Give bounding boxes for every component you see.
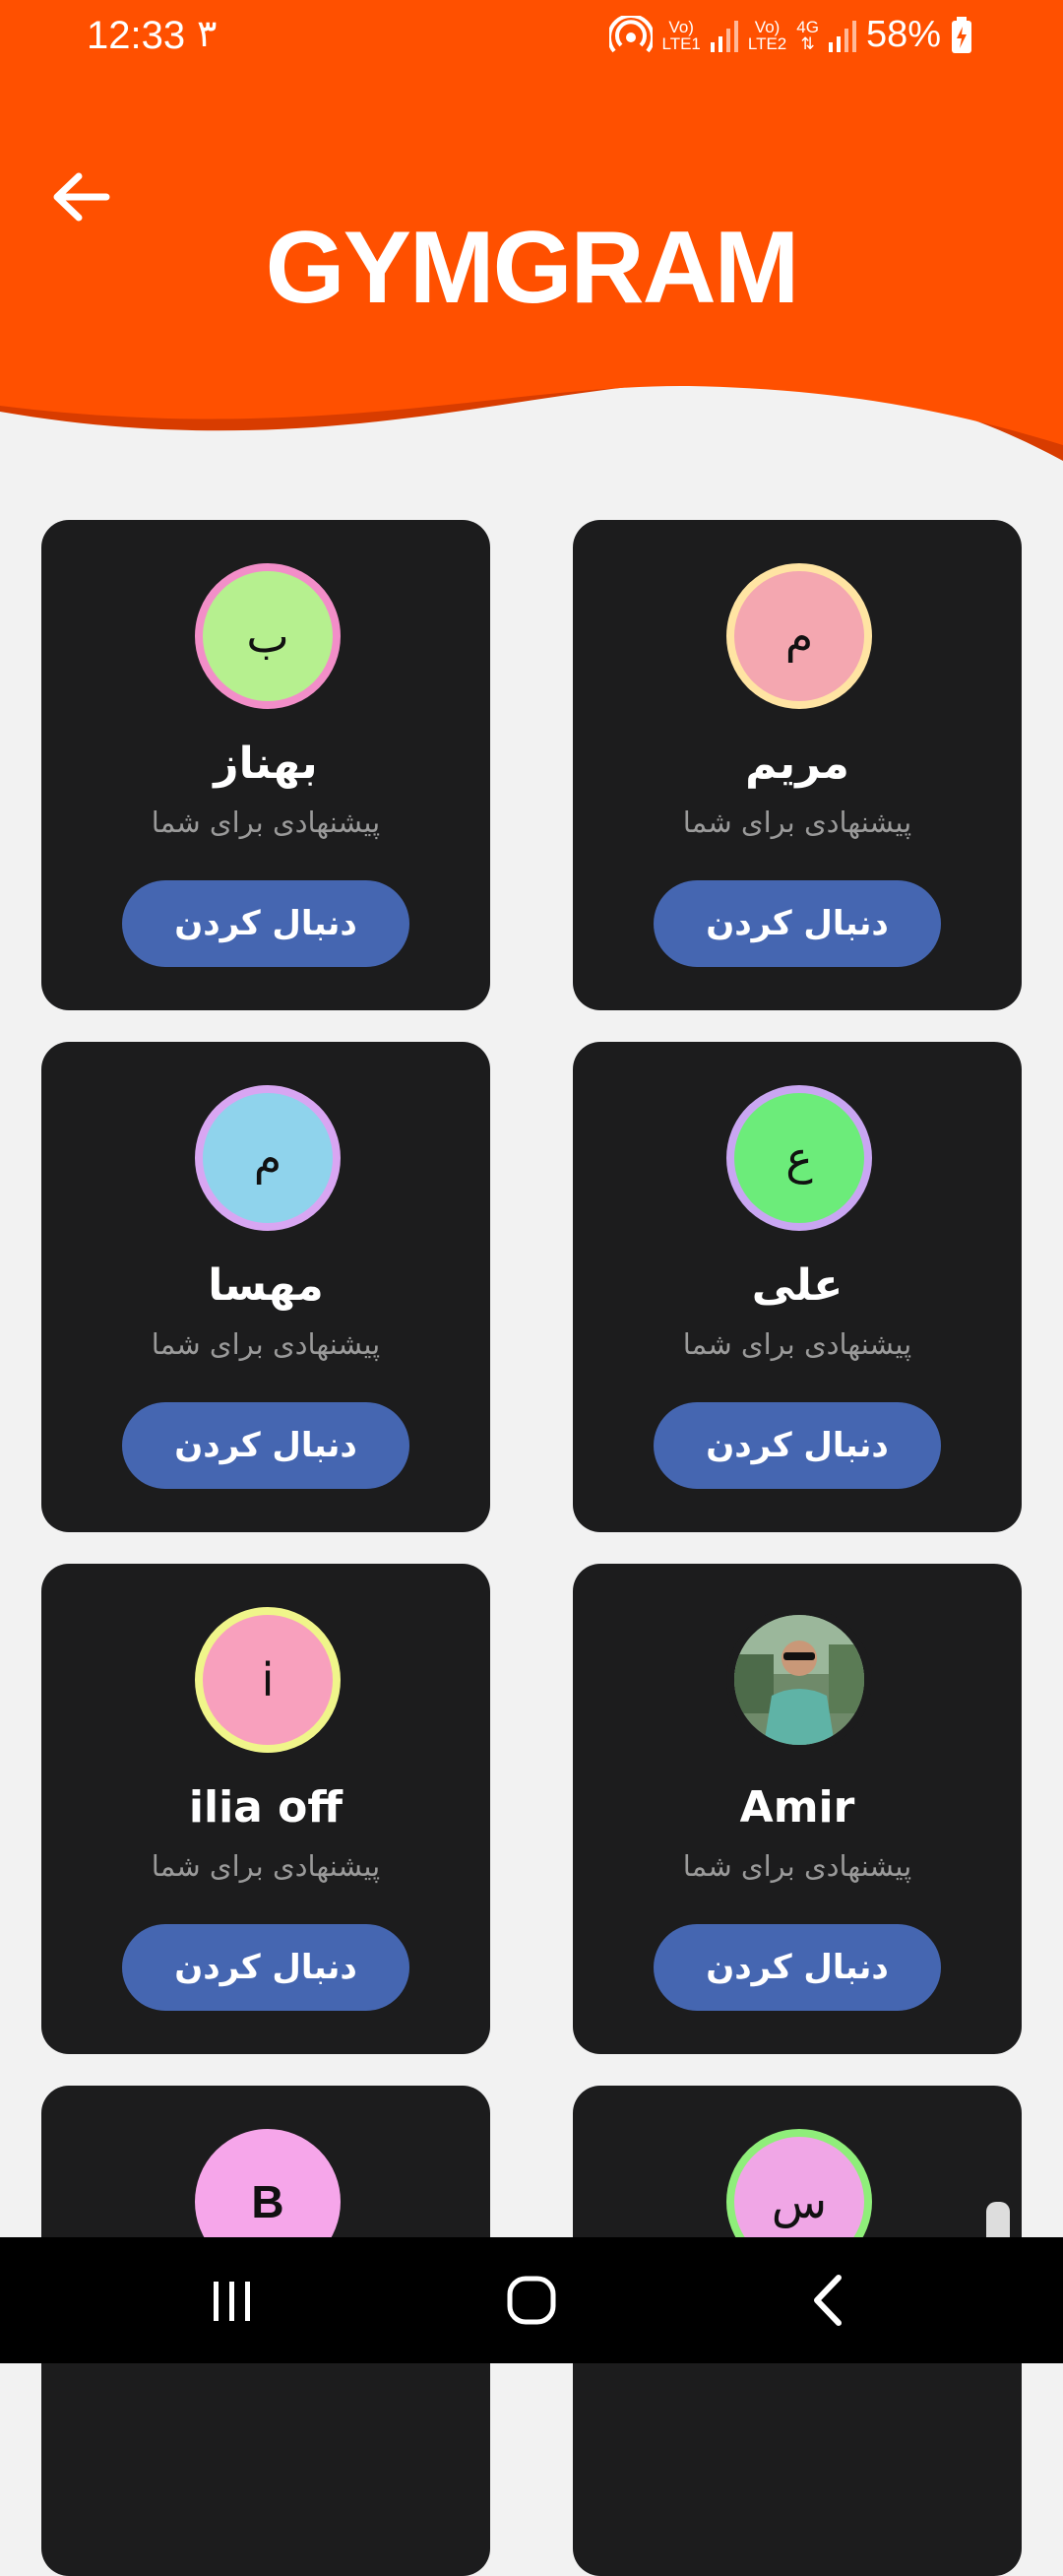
- suggestion-label: پیشنهادی برای شما: [151, 805, 381, 839]
- avatar[interactable]: ب: [195, 563, 341, 709]
- chevron-left-icon: [814, 2275, 842, 2326]
- suggestion-label: پیشنهادی برای شما: [151, 1849, 381, 1883]
- user-card: م مریم پیشنهادی برای شما دنبال کردن: [573, 520, 1022, 1010]
- avatar-photo[interactable]: [726, 1607, 872, 1753]
- suggestion-label: پیشنهادی برای شما: [682, 1849, 912, 1883]
- follow-button[interactable]: دنبال کردن: [122, 880, 409, 967]
- user-name: مهسا: [208, 1260, 324, 1311]
- suggestion-label: پیشنهادی برای شما: [682, 1327, 912, 1361]
- avatar[interactable]: م: [726, 563, 872, 709]
- system-nav-bar: [0, 2237, 1063, 2363]
- user-name: بهناز: [214, 739, 318, 789]
- avatar[interactable]: م: [195, 1085, 341, 1231]
- battery-icon: [952, 16, 971, 53]
- user-card: م مهسا پیشنهادی برای شما دنبال کردن: [41, 1042, 490, 1532]
- recent-apps-button[interactable]: [193, 2263, 272, 2338]
- status-time: 12:33: [87, 14, 186, 57]
- user-name: علی: [751, 1260, 844, 1311]
- follow-button[interactable]: دنبال کردن: [654, 880, 941, 967]
- sim1-label: Vo) LTE1: [661, 17, 701, 53]
- user-card: ع علی پیشنهادی برای شما دنبال کردن: [573, 1042, 1022, 1532]
- avatar-initial: i: [261, 1653, 275, 1707]
- back-nav-button[interactable]: [789, 2263, 868, 2338]
- avatar[interactable]: i: [195, 1607, 341, 1753]
- suggestion-label: پیشنهادی برای شما: [151, 1327, 381, 1361]
- avatar-initial: B: [251, 2176, 284, 2227]
- avatar-initial: س: [771, 2175, 828, 2228]
- follow-button[interactable]: دنبال کردن: [122, 1402, 409, 1489]
- app-logo: GYMGRAM: [265, 211, 800, 325]
- user-name: ilia off: [188, 1782, 344, 1833]
- home-icon: [507, 2276, 556, 2325]
- user-card: i ilia off پیشنهادی برای شما دنبال کردن: [41, 1564, 490, 2054]
- avatar-initial: ع: [785, 1131, 813, 1185]
- suggestion-label: پیشنهادی برای شما: [682, 805, 912, 839]
- signal-icon-2: [828, 20, 856, 52]
- user-name: مریم: [745, 739, 849, 789]
- app-header: 12:33 ۳ Vo) LTE1 Vo) LTE2 4G ⇅ 58% GYMGR…: [0, 0, 1063, 473]
- sim2-label: Vo) LTE2: [747, 17, 787, 53]
- user-photo: [734, 1615, 864, 1745]
- hotspot-icon: [608, 15, 653, 52]
- avatar-initial: ب: [246, 610, 289, 663]
- status-bar: 12:33 ۳ Vo) LTE1 Vo) LTE2 4G ⇅ 58%: [0, 0, 1063, 79]
- avatar[interactable]: ع: [726, 1085, 872, 1231]
- user-card: ب بهناز پیشنهادی برای شما دنبال کردن: [41, 520, 490, 1010]
- status-icons: Vo) LTE1 Vo) LTE2 4G ⇅ 58%: [608, 14, 973, 56]
- status-notification-digit: ۳: [197, 12, 218, 55]
- follow-button[interactable]: دنبال کردن: [122, 1924, 409, 2011]
- battery-percent: 58%: [865, 14, 941, 55]
- follow-button[interactable]: دنبال کردن: [654, 1924, 941, 2011]
- home-button[interactable]: [492, 2263, 571, 2338]
- user-card: Amir پیشنهادی برای شما دنبال کردن: [573, 1564, 1022, 2054]
- follow-button[interactable]: دنبال کردن: [654, 1402, 941, 1489]
- recent-apps-icon: [214, 2282, 250, 2321]
- signal-icon: [710, 20, 738, 52]
- network-type: 4G ⇅: [796, 17, 819, 53]
- user-name: Amir: [739, 1782, 855, 1833]
- avatar-initial: م: [253, 1131, 282, 1185]
- avatar-initial: م: [784, 610, 814, 663]
